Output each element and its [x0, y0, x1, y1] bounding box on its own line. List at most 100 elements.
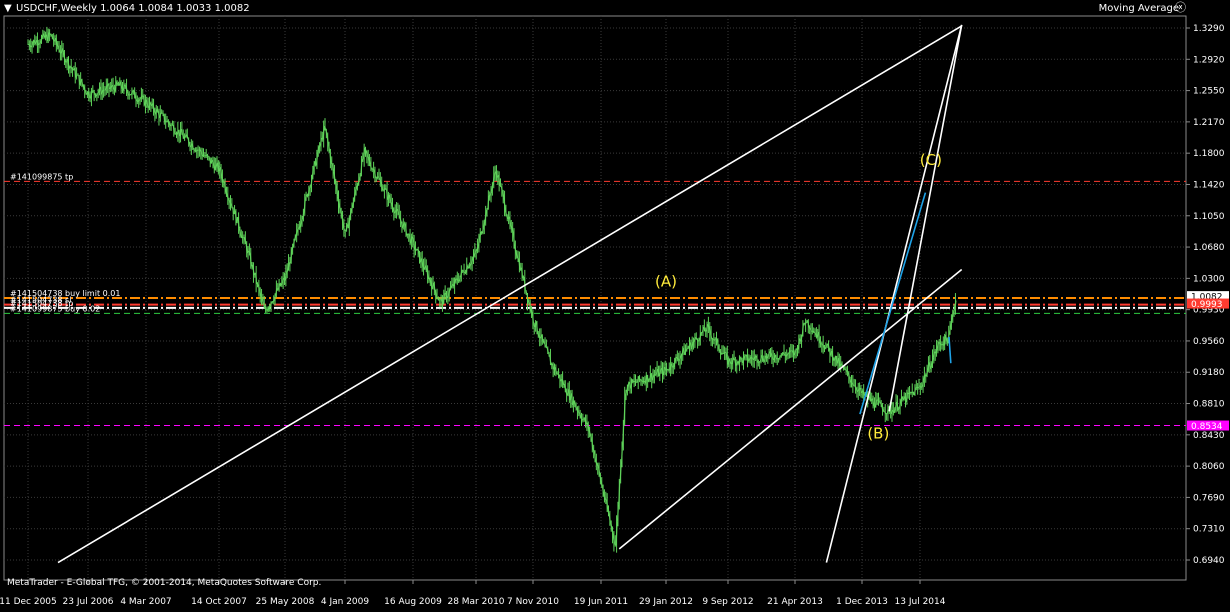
- candle: [813, 327, 814, 333]
- x-tick-label: 28 Mar 2010: [447, 597, 504, 607]
- candle: [206, 149, 207, 158]
- candle: [329, 142, 330, 153]
- candle: [77, 73, 78, 75]
- candle: [36, 36, 37, 45]
- candle-body: [175, 133, 176, 134]
- candle-body: [528, 302, 529, 303]
- candle: [106, 79, 107, 95]
- candle: [858, 383, 859, 400]
- candle: [454, 277, 455, 294]
- candle: [84, 84, 85, 98]
- candle-body: [204, 155, 205, 156]
- candle: [612, 526, 613, 543]
- candle: [931, 361, 932, 372]
- candle: [877, 393, 878, 405]
- candle: [200, 148, 201, 160]
- candle: [678, 353, 679, 366]
- candle: [450, 281, 451, 290]
- candle: [455, 275, 456, 283]
- candle: [443, 290, 444, 305]
- candle: [829, 348, 830, 363]
- y-tick-label: 1.2170: [1193, 118, 1225, 128]
- candle-body: [688, 348, 689, 349]
- candle-body: [751, 357, 752, 358]
- candle: [350, 208, 351, 220]
- candle: [219, 161, 220, 178]
- x-tick-label: 4 Jan 2009: [321, 597, 369, 607]
- candle: [460, 276, 461, 283]
- candle: [696, 332, 697, 339]
- candle: [72, 67, 73, 77]
- candle: [345, 230, 346, 237]
- candle: [53, 33, 54, 47]
- candle: [565, 380, 566, 392]
- wave-line: [949, 337, 951, 363]
- candle: [690, 340, 691, 351]
- candle: [430, 277, 431, 286]
- candle: [203, 148, 204, 157]
- candle: [195, 147, 196, 152]
- candle: [732, 354, 733, 369]
- triangle-down-icon[interactable]: ▼: [4, 4, 12, 14]
- candle: [115, 76, 116, 93]
- candle: [653, 369, 654, 384]
- candle: [627, 385, 628, 396]
- candle: [642, 377, 643, 387]
- candle: [802, 320, 803, 336]
- candle-body: [416, 249, 417, 250]
- candle: [319, 142, 320, 153]
- candle: [801, 334, 802, 347]
- candle: [314, 161, 315, 175]
- candle: [399, 205, 400, 219]
- candle: [258, 280, 259, 297]
- candle: [663, 362, 664, 379]
- candle-body: [777, 359, 778, 360]
- chart-canvas[interactable]: 1.32901.29201.25501.21701.18001.14201.10…: [0, 0, 1230, 608]
- candle-body: [362, 159, 363, 160]
- candle: [352, 202, 353, 213]
- candle: [928, 356, 929, 372]
- candle: [154, 108, 155, 122]
- candle: [674, 358, 675, 370]
- candle: [518, 251, 519, 262]
- circle-x-icon[interactable]: ⓧ: [1175, 3, 1186, 13]
- x-tick-label: 4 Mar 2007: [120, 597, 171, 607]
- candle: [289, 257, 290, 271]
- candle: [881, 400, 882, 407]
- candle: [817, 329, 818, 341]
- candle-body: [851, 382, 852, 383]
- candle: [735, 357, 736, 372]
- candle: [838, 352, 839, 369]
- candle-body: [415, 249, 416, 250]
- candle: [79, 75, 80, 89]
- candle: [739, 355, 740, 371]
- candle: [806, 320, 807, 323]
- candle: [33, 40, 34, 48]
- candle: [493, 166, 494, 188]
- candle: [377, 172, 378, 179]
- price-chart[interactable]: 1.32901.29201.25501.21701.18001.14201.10…: [0, 0, 1230, 608]
- candle: [469, 263, 470, 269]
- candle: [445, 285, 446, 300]
- candle: [156, 105, 157, 119]
- candle: [862, 389, 863, 399]
- candle: [214, 157, 215, 173]
- candle: [281, 276, 282, 287]
- candle: [231, 198, 232, 208]
- candle: [786, 349, 787, 360]
- indicator-label[interactable]: Moving Average: [1099, 3, 1179, 14]
- candle: [457, 272, 458, 285]
- candle-body: [40, 42, 41, 43]
- candle: [176, 132, 177, 139]
- candle: [365, 147, 366, 157]
- candle: [545, 337, 546, 347]
- candle: [752, 351, 753, 368]
- candle-body: [171, 125, 172, 126]
- candle: [630, 377, 631, 394]
- candle-body: [744, 355, 745, 356]
- candle: [512, 222, 513, 242]
- candle: [181, 121, 182, 134]
- candle: [385, 185, 386, 190]
- candle: [719, 344, 720, 353]
- candle-body: [439, 299, 440, 300]
